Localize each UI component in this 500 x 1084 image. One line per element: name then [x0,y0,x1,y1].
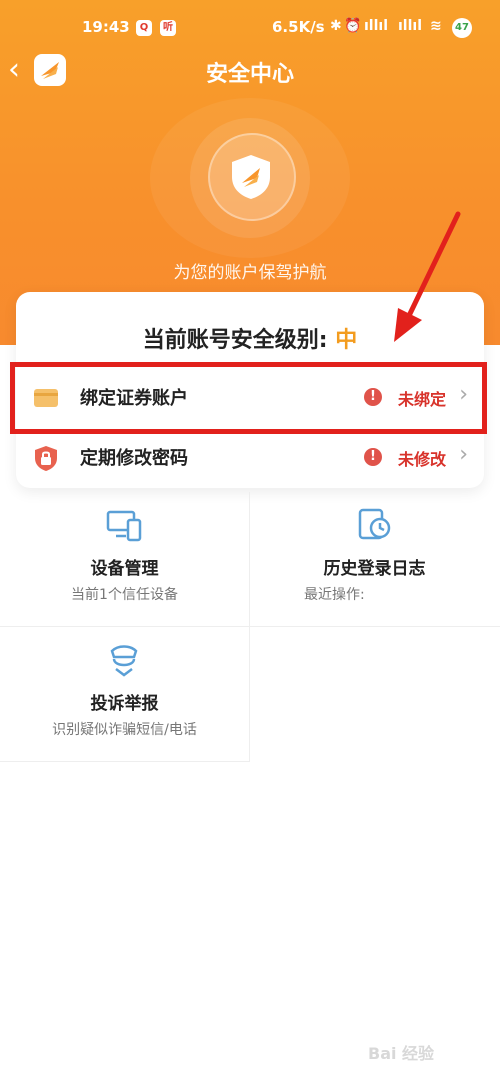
warning-icon: ! [364,448,382,466]
card-icon [34,389,58,407]
alarm-icon: ⏰ [344,18,362,34]
complaint-report-cell[interactable]: 投诉举报 识别疑似诈骗短信/电话 [0,627,249,761]
login-history-cell[interactable]: 历史登录日志 最近操作: [250,492,499,626]
cell-title: 历史登录日志 [323,559,426,579]
network-speed: 6.5K/s [272,18,325,36]
shield-icon [232,155,270,199]
status-bar: 19:43 Q 听 6.5K/s ✱ ⏰ ıllıl ıllıl ≋ 47 [0,0,500,56]
cell-subtitle: 当前1个信任设备 [71,587,178,603]
wifi-icon: ≋ [430,18,442,34]
police-badge-icon [110,645,138,677]
row-label: 绑定证券账户 [80,388,188,409]
change-password-row[interactable]: 定期修改密码 ! 未修改 › [20,430,480,486]
security-level-value: 中 [335,328,358,353]
status-time: 19:43 [82,18,130,36]
annotation-arrow-icon [394,211,461,342]
cell-title: 设备管理 [90,559,159,579]
notification-app-icon: Q [136,20,152,36]
warning-icon: ! [364,388,382,406]
device-management-cell[interactable]: 设备管理 当前1个信任设备 [0,492,249,626]
security-level-label: 当前账号安全级别: [142,328,336,353]
signal-icon: ıllıl [364,18,388,34]
grid-divider [0,761,250,762]
row-status: 未修改 [397,450,446,469]
devices-icon [106,510,142,542]
history-clock-icon [358,508,391,540]
chevron-right-icon: › [459,442,468,467]
page-title: 安全中心 [205,62,294,87]
lock-shield-icon [35,446,57,471]
notification-app-icon: 听 [160,20,176,36]
bluetooth-icon: ✱ [330,18,342,34]
bind-securities-account-row[interactable]: 绑定证券账户 ! 未绑定 › [20,370,480,426]
chevron-right-icon: › [459,382,468,407]
watermark: Bai 经验 [368,1044,435,1063]
grid-divider [249,627,250,761]
cell-subtitle: 识别疑似诈骗短信/电话 [52,722,197,738]
row-status: 未绑定 [397,390,446,409]
battery-icon: 47 [452,18,472,38]
cell-title: 投诉举报 [90,694,159,714]
cell-subtitle: 最近操作: [304,587,365,603]
row-label: 定期修改密码 [80,448,188,469]
signal-icon: ıllıl [398,18,422,34]
